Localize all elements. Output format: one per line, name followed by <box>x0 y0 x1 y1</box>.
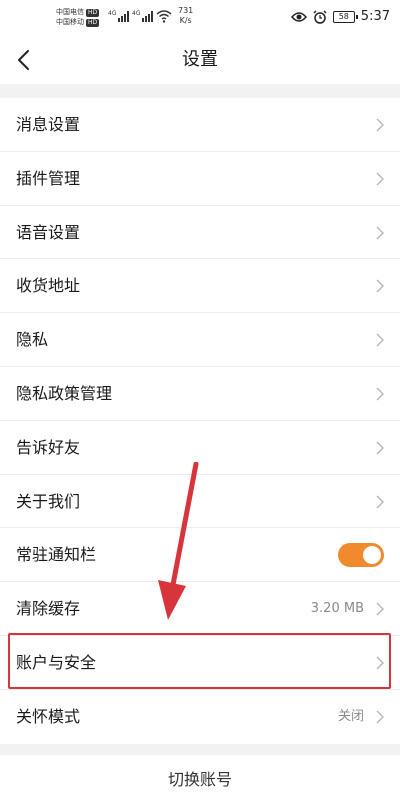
carrier-2-name: 中国移动 <box>56 18 84 26</box>
hd-badge: HD <box>86 9 100 17</box>
setting-row-privacy-policy[interactable]: 隐私政策管理 <box>0 367 400 421</box>
setting-label: 账户与安全 <box>16 652 97 672</box>
nav-bar: 设置 <box>0 36 400 84</box>
setting-row-plugin-management[interactable]: 插件管理 <box>0 152 400 206</box>
signal-strength-icon <box>142 10 156 22</box>
setting-label: 语音设置 <box>16 222 81 242</box>
carrier-1-name: 中国电信 <box>56 8 84 16</box>
setting-label: 消息设置 <box>16 115 81 134</box>
network-speed: 731 K/s <box>178 6 193 26</box>
chevron-right-icon <box>376 602 384 616</box>
network-speed-value: 731 <box>178 6 194 15</box>
setting-row-about-us[interactable]: 关于我们 <box>0 475 400 529</box>
network-type-label: 4G <box>132 10 141 17</box>
wifi-icon <box>156 10 172 23</box>
chevron-right-icon <box>376 226 384 240</box>
switch-account-button[interactable]: 切换账号 <box>0 755 400 794</box>
setting-row-account-security[interactable]: 账户与安全 <box>0 636 400 690</box>
chevron-right-icon <box>376 656 384 670</box>
toggle-knob <box>363 546 381 565</box>
setting-row-shipping-address[interactable]: 收货地址 <box>0 259 400 314</box>
setting-label: 清除缓存 <box>16 599 81 619</box>
persistent-notification-toggle[interactable] <box>338 543 384 568</box>
chevron-right-icon <box>376 387 384 401</box>
chevron-right-icon <box>376 710 384 724</box>
chevron-right-icon <box>376 441 384 455</box>
care-mode-value: 关闭 <box>337 708 364 724</box>
chevron-right-icon <box>376 118 384 132</box>
carrier-info: 中国电信 HD 中国移动 HD <box>56 7 100 27</box>
alarm-icon <box>313 9 327 24</box>
setting-row-care-mode[interactable]: 关怀模式 关闭 <box>0 690 400 744</box>
chevron-right-icon <box>376 495 384 509</box>
setting-row-privacy[interactable]: 隐私 <box>0 313 400 367</box>
setting-label: 插件管理 <box>16 168 81 188</box>
network-speed-unit: K/s <box>179 16 192 25</box>
cache-size-value: 3.20 MB <box>310 601 364 617</box>
battery-icon: 58 <box>332 10 358 23</box>
setting-label: 隐私 <box>16 330 49 350</box>
signal-strength-icon <box>118 10 132 22</box>
network-type-label: 4G <box>108 10 117 17</box>
chevron-right-icon <box>376 333 384 347</box>
setting-row-clear-cache[interactable]: 清除缓存 3.20 MB <box>0 582 400 636</box>
setting-row-persistent-notification: 常驻通知栏 <box>0 528 400 583</box>
setting-row-message-settings[interactable]: 消息设置 <box>0 98 400 152</box>
setting-label: 关怀模式 <box>16 706 81 726</box>
setting-label: 隐私政策管理 <box>16 383 113 403</box>
eye-comfort-icon <box>290 11 307 22</box>
switch-account-label: 切换账号 <box>167 770 232 789</box>
setting-label: 常驻通知栏 <box>16 545 97 565</box>
hd-badge: HD <box>86 19 100 27</box>
setting-label: 收货地址 <box>16 276 81 296</box>
page-title: 设置 <box>182 49 218 70</box>
chevron-right-icon <box>376 172 384 186</box>
setting-label: 关于我们 <box>16 491 81 511</box>
setting-row-voice-settings[interactable]: 语音设置 <box>0 206 400 260</box>
clock: 5:37 <box>360 9 390 24</box>
status-bar: 中国电信 HD 中国移动 HD 4G 4G 731 K/s 58 5:37 <box>0 0 400 36</box>
battery-level: 58 <box>338 12 349 21</box>
setting-label: 告诉好友 <box>16 437 81 457</box>
status-icons: 58 5:37 <box>290 9 390 24</box>
settings-list: 消息设置 插件管理 语音设置 收货地址 隐私 隐私政策管理 告诉好友 关于我们 … <box>0 98 400 744</box>
setting-row-tell-friends[interactable]: 告诉好友 <box>0 421 400 475</box>
chevron-right-icon <box>376 279 384 293</box>
